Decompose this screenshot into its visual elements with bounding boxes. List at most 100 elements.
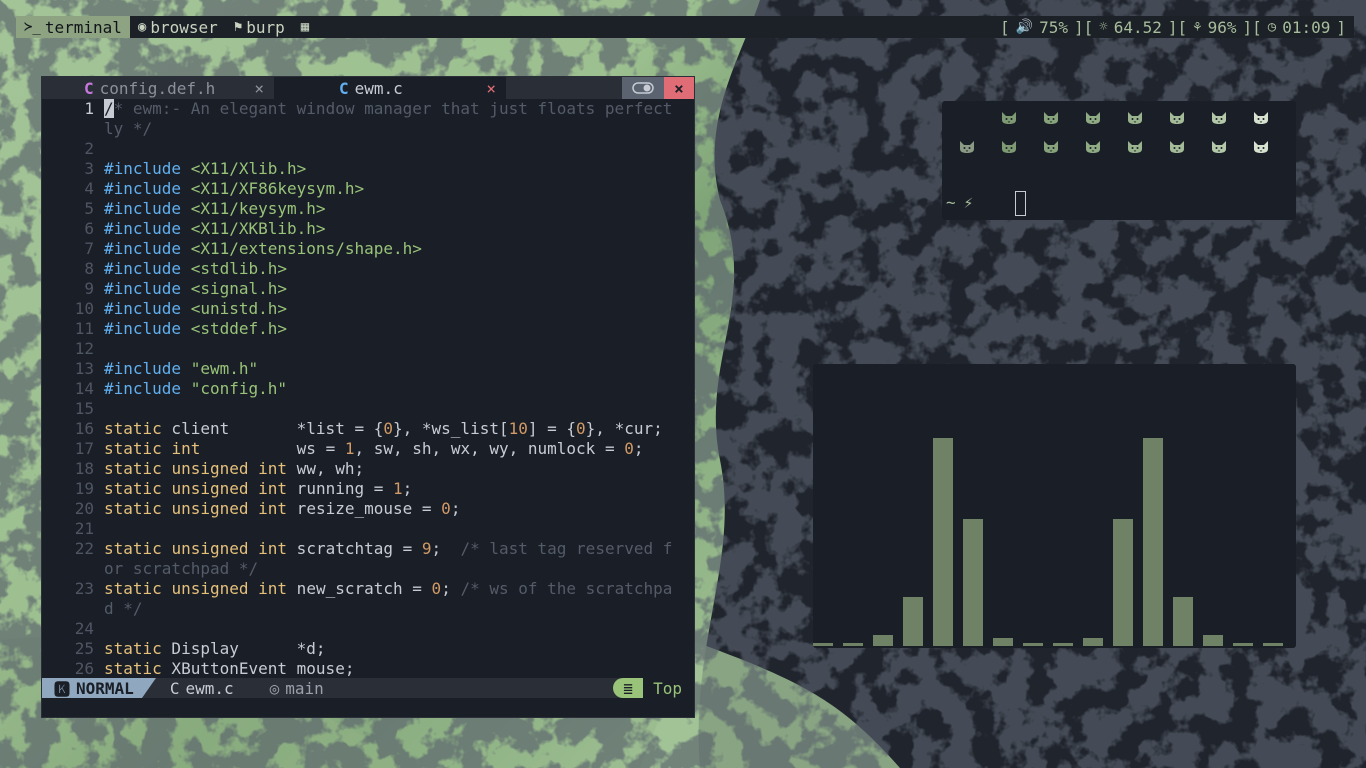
status-branch: ◎ main	[270, 679, 324, 698]
code-line[interactable]: 4 #include <X11/XF86keysym.h>	[42, 179, 694, 199]
status-area: [ 🔊 75% ][ ☼ 64.52 ][ ⚘ 96% ][ ◷ 01:09 ]	[1000, 16, 1346, 38]
line-text: #include <X11/keysym.h>	[104, 199, 326, 218]
code-line[interactable]: 16 static client *list = {0}, *ws_list[10…	[42, 419, 694, 439]
code-line[interactable]: 1 /* ewm:- An elegant window manager that…	[42, 99, 694, 119]
line-number: 10	[74, 299, 94, 318]
code-line[interactable]: 14 #include "config.h"	[42, 379, 694, 399]
battery-value: 96%	[1207, 17, 1237, 37]
workspace-terminal[interactable]: ≻_ terminal	[16, 16, 130, 38]
code-line[interactable]: 24	[42, 619, 694, 639]
top-bar: ≻_ terminal ◉ browser ⚑ burp ▦ [ 🔊 75% ]…	[16, 16, 1354, 38]
visualizer-bar	[843, 643, 863, 646]
code-line[interactable]: 11 #include <stddef.h>	[42, 319, 694, 339]
code-line[interactable]: 10 #include <unistd.h>	[42, 299, 694, 319]
code-line[interactable]: 17 static int ws = 1, sw, sh, wx, wy, num…	[42, 439, 694, 459]
code-line[interactable]: 2	[42, 139, 694, 159]
line-number: 2	[84, 139, 94, 158]
status-line: 🅺 NORMAL C ewm.c ◎ main ≣ Top	[42, 678, 694, 699]
code-line[interactable]: 26 static XButtonEvent mouse;	[42, 659, 694, 679]
code-line[interactable]: 8 #include <stdlib.h>	[42, 259, 694, 279]
clock-time: 01:09	[1282, 17, 1331, 37]
code-line[interactable]: 22 static unsigned int scratchtag = 9; /*…	[42, 539, 694, 559]
terminal-window[interactable]: ~ ⚡	[942, 101, 1296, 220]
lightning-icon: ⚡	[963, 193, 974, 212]
line-number: 7	[84, 239, 94, 258]
mode-label: NORMAL	[76, 678, 134, 698]
line-text: #include <stddef.h>	[104, 319, 288, 338]
cat-icon	[1084, 110, 1102, 124]
editor-window[interactable]: C config.def.h × C ewm.c × × 1 /* ewm:- A…	[41, 76, 695, 718]
line-text: #include "ewm.h"	[104, 359, 259, 378]
visualizer-bar	[1143, 438, 1163, 646]
code-line[interactable]: 20 static unsigned int resize_mouse = 0;	[42, 499, 694, 519]
line-number: 1	[84, 99, 94, 118]
close-window-button[interactable]: ×	[664, 77, 694, 99]
line-number: 20	[74, 499, 94, 518]
vim-icon: 🅺	[54, 680, 71, 699]
code-line[interactable]: 6 #include <X11/XKBlib.h>	[42, 219, 694, 239]
github-icon: ◎	[269, 678, 280, 698]
line-number: 24	[74, 619, 94, 638]
code-line[interactable]: d */	[42, 599, 694, 619]
line-text: #include "config.h"	[104, 379, 288, 398]
line-text: #include <X11/XKBlib.h>	[104, 219, 326, 238]
code-line[interactable]: 15	[42, 399, 694, 419]
file-name: ewm.c	[185, 678, 234, 698]
line-text: #include <unistd.h>	[104, 299, 288, 318]
code-line[interactable]: 25 static Display *d;	[42, 639, 694, 659]
shell-prompt: ~ ⚡	[946, 193, 973, 212]
code-line[interactable]: 5 #include <X11/keysym.h>	[42, 199, 694, 219]
audio-visualizer	[813, 364, 1296, 648]
close-tab-icon[interactable]: ×	[254, 79, 264, 98]
line-text: #include <X11/extensions/shape.h>	[104, 239, 422, 258]
visualizer-bar	[1113, 519, 1133, 646]
code-line[interactable]: 13 #include "ewm.h"	[42, 359, 694, 379]
line-number: 13	[74, 359, 94, 378]
tab-ewm-c[interactable]: C ewm.c ×	[274, 77, 506, 99]
close-tab-icon[interactable]: ×	[486, 79, 496, 98]
status-file: C ewm.c	[170, 679, 234, 698]
tab-label: ewm.c	[354, 78, 403, 98]
visualizer-bar	[1023, 643, 1043, 646]
line-number: 8	[84, 259, 94, 278]
visualizer-bar	[1263, 643, 1283, 646]
code-line[interactable]: 19 static unsigned int running = 1;	[42, 479, 694, 499]
toggle-icon[interactable]	[622, 77, 664, 99]
workspace-burp[interactable]: ⚑ burp	[226, 16, 293, 38]
line-number: 22	[74, 539, 94, 558]
code-line[interactable]: 7 #include <X11/extensions/shape.h>	[42, 239, 694, 259]
code-line[interactable]: ly */	[42, 119, 694, 139]
bracket: ][	[1074, 17, 1094, 37]
workspace-grid[interactable]: ▦	[293, 16, 317, 38]
line-number: 4	[84, 179, 94, 198]
cat-icon	[1210, 110, 1228, 124]
line-text: static unsigned int scratchtag = 9; /* l…	[104, 539, 673, 558]
line-number: 6	[84, 219, 94, 238]
code-line[interactable]: 18 static unsigned int ww, wh;	[42, 459, 694, 479]
visualizer-bar	[963, 519, 983, 646]
code-line[interactable]: 3 #include <X11/Xlib.h>	[42, 159, 694, 179]
line-text: #include <signal.h>	[104, 279, 288, 298]
grid-icon: ▦	[300, 19, 310, 35]
bracket: [	[1000, 17, 1010, 37]
workspace-label: burp	[246, 17, 285, 37]
brightness-value: 64.52	[1113, 17, 1162, 37]
flag-icon: ⚑	[233, 19, 243, 35]
tab-config-def-h[interactable]: C config.def.h ×	[42, 77, 274, 99]
code-line[interactable]: 21	[42, 519, 694, 539]
code-line[interactable]: or scratchpad */	[42, 559, 694, 579]
cat-icon	[1126, 139, 1144, 153]
workspace-browser[interactable]: ◉ browser	[130, 16, 226, 38]
code-line[interactable]: 12	[42, 339, 694, 359]
position-label: Top	[643, 678, 694, 698]
cat-icon	[1168, 139, 1186, 153]
code-line[interactable]: 23 static unsigned int new_scratch = 0; /…	[42, 579, 694, 599]
cat-icon	[1000, 139, 1018, 153]
line-text: or scratchpad */	[104, 559, 259, 578]
code-area[interactable]: 1 /* ewm:- An elegant window manager that…	[42, 99, 694, 685]
line-text: static unsigned int ww, wh;	[104, 459, 365, 478]
line-number: 9	[84, 279, 94, 298]
workspace-label: browser	[150, 17, 218, 37]
code-line[interactable]: 9 #include <signal.h>	[42, 279, 694, 299]
cat-icon	[1252, 139, 1270, 153]
